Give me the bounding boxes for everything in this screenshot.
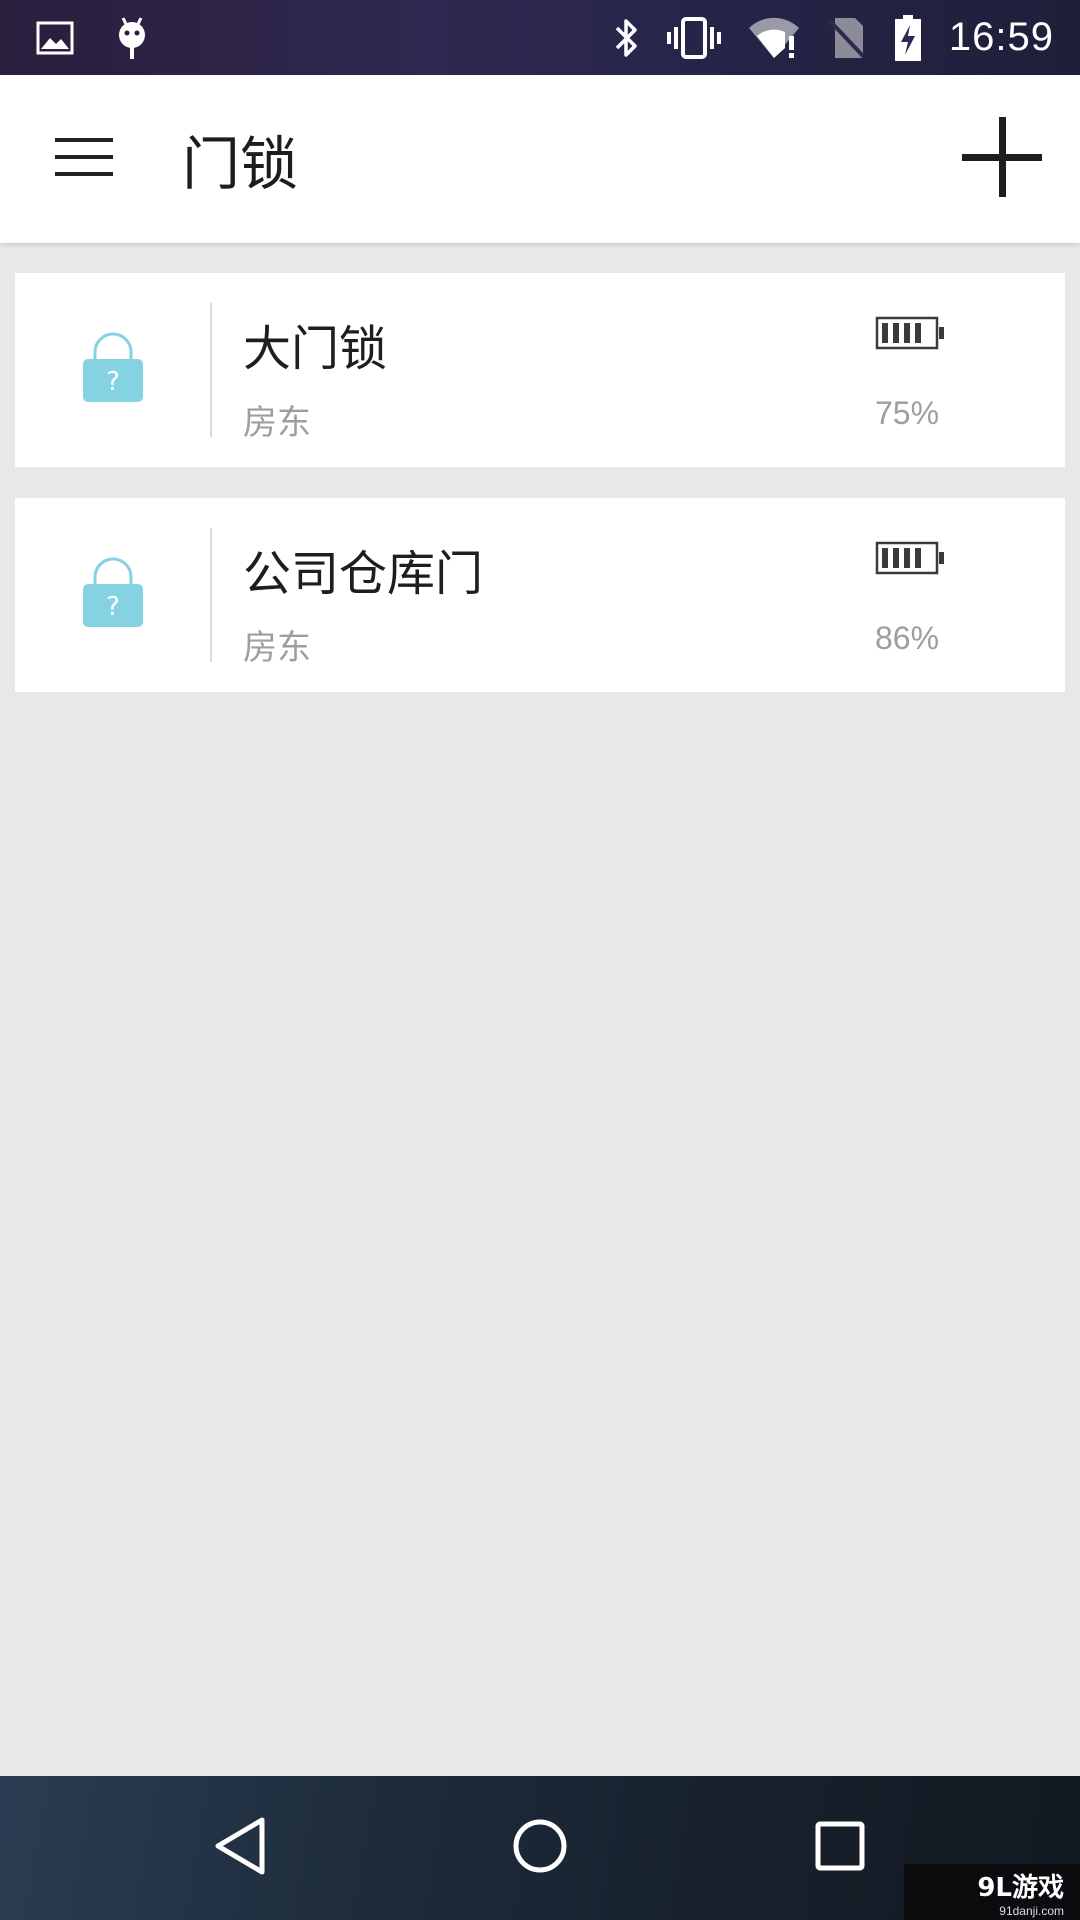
lock-role: 房东 xyxy=(243,403,311,443)
watermark-main: 9L游戏 xyxy=(977,1872,1064,1903)
battery-bar xyxy=(904,548,910,568)
battery-icon xyxy=(875,541,947,579)
battery-bar xyxy=(893,323,899,343)
android-icon xyxy=(114,15,150,61)
battery-percentage: 86% xyxy=(875,620,940,656)
lock-name: 公司仓库门 xyxy=(243,546,484,602)
image-icon xyxy=(36,21,74,55)
vibrate-icon xyxy=(666,16,721,59)
battery-charging-icon xyxy=(893,14,923,62)
lock-list: ? 大门锁 房东 75% ? 公司仓库门 房东 86% xyxy=(15,273,1065,723)
wifi-alert-icon xyxy=(747,16,801,60)
menu-button[interactable] xyxy=(0,75,168,243)
battery-icon xyxy=(875,316,947,354)
add-lock-button[interactable] xyxy=(944,101,1060,217)
recents-icon xyxy=(812,1818,868,1878)
lock-status: ? xyxy=(15,498,210,692)
home-icon xyxy=(510,1816,570,1880)
lock-card[interactable]: ? 公司仓库门 房东 86% xyxy=(15,498,1065,692)
bluetooth-icon xyxy=(613,16,641,60)
lock-card[interactable]: ? 大门锁 房东 75% xyxy=(15,273,1065,467)
no-sim-icon xyxy=(827,16,867,60)
app-bar: 门锁 xyxy=(0,75,1080,243)
recents-button[interactable] xyxy=(790,1798,890,1898)
card-divider xyxy=(210,528,212,662)
lock-role: 房东 xyxy=(243,628,311,668)
svg-text:?: ? xyxy=(106,367,120,397)
battery-bar xyxy=(915,548,921,568)
watermark-sub: 91danji.com xyxy=(999,1903,1064,1918)
status-time: 16:59 xyxy=(948,15,1054,59)
home-button[interactable] xyxy=(490,1798,590,1898)
status-bar: 16:59 xyxy=(0,0,1080,75)
status-left xyxy=(36,15,190,61)
back-icon xyxy=(210,1814,270,1882)
lock-unknown-icon: ? xyxy=(81,332,145,408)
battery-bar xyxy=(882,323,888,343)
battery-bar xyxy=(904,323,910,343)
svg-text:?: ? xyxy=(106,592,120,622)
page-title: 门锁 xyxy=(182,130,299,198)
battery-bar xyxy=(893,548,899,568)
lock-name: 大门锁 xyxy=(243,321,388,377)
watermark: 9L游戏 91danji.com xyxy=(904,1864,1080,1920)
battery-bar xyxy=(915,323,921,343)
battery-bar xyxy=(882,548,888,568)
menu-icon xyxy=(55,136,113,182)
battery-percentage: 75% xyxy=(875,395,940,431)
card-divider xyxy=(210,303,212,437)
screen: 16:59 门锁 ? 大门锁 房东 75% ? 公司仓库门 房东 86% 9L游… xyxy=(0,0,1080,1920)
add-icon xyxy=(962,117,1042,201)
status-right: 16:59 xyxy=(587,14,1054,62)
lock-unknown-icon: ? xyxy=(81,557,145,633)
back-button[interactable] xyxy=(190,1798,290,1898)
lock-status: ? xyxy=(15,273,210,467)
